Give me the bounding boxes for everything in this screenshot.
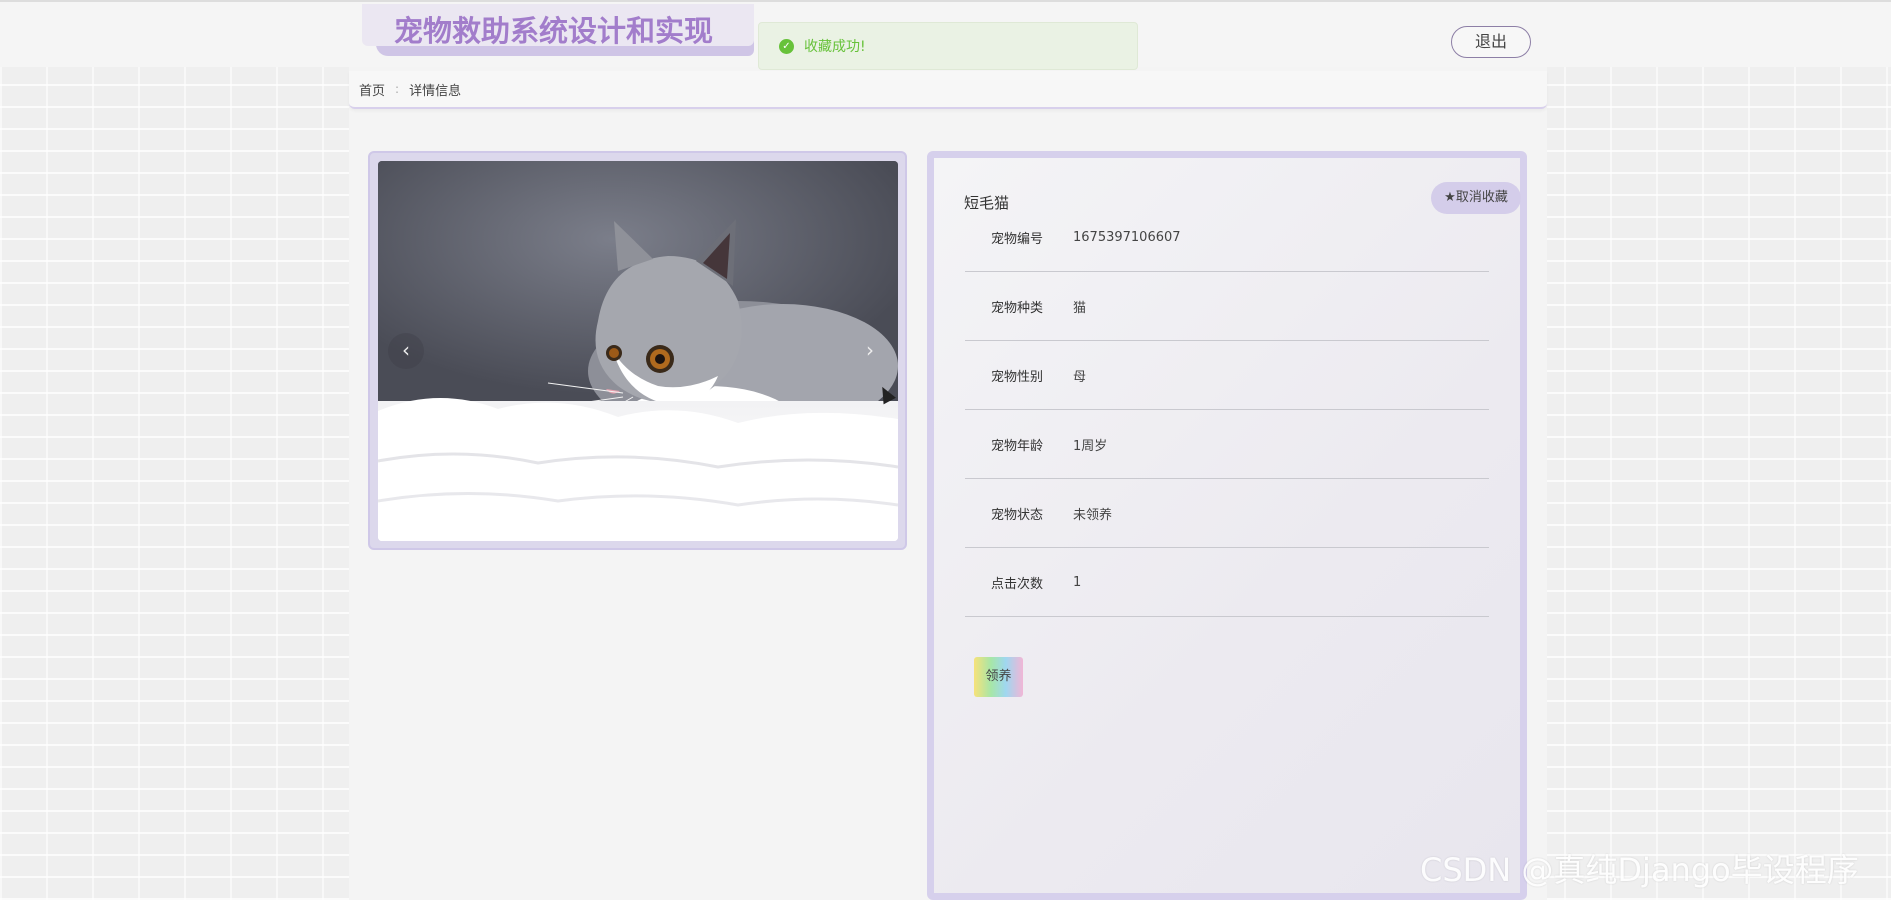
detail-value: 1675397106607 — [1073, 229, 1181, 245]
breadcrumb: 首页 : 详情信息 — [349, 71, 1547, 109]
site-title: 宠物救助系统设计和实现 — [394, 14, 714, 48]
logout-button[interactable]: 退出 — [1451, 26, 1531, 58]
main-container: 首页 : 详情信息 ‹ › 短毛猫 ★取消收藏 宠物编号 16753971066… — [349, 67, 1547, 900]
detail-label: 点击次数 — [990, 576, 1043, 592]
detail-label: 宠物种类 — [990, 300, 1043, 316]
breadcrumb-home[interactable]: 首页 — [359, 80, 385, 99]
carousel-next-arrow-icon[interactable]: › — [852, 333, 888, 369]
breadcrumb-current: 详情信息 — [409, 83, 462, 99]
carousel-prev-arrow-icon[interactable]: ‹ — [388, 333, 424, 369]
detail-value: 未领养 — [1073, 507, 1113, 523]
detail-value: 母 — [1073, 369, 1087, 385]
detail-row-click-count: 点击次数 1 — [965, 548, 1489, 617]
toast-message: 收藏成功! — [804, 39, 866, 55]
detail-value: 1 — [1073, 574, 1082, 590]
watermark: CSDN @真纯Django毕设程序 — [1420, 851, 1859, 889]
check-circle-icon: ✓ — [779, 38, 794, 54]
pet-detail-card: 短毛猫 ★取消收藏 宠物编号 1675397106607 宠物种类 猫 宠物性别… — [927, 151, 1527, 900]
pet-image-carousel: ‹ › — [368, 151, 907, 550]
detail-row-pet-id: 宠物编号 1675397106607 — [965, 203, 1489, 272]
detail-row-pet-status: 宠物状态 未领养 — [965, 479, 1489, 548]
detail-row-pet-type: 宠物种类 猫 — [965, 272, 1489, 341]
adopt-button[interactable]: 领养 — [974, 657, 1023, 697]
detail-value: 1周岁 — [1073, 438, 1108, 454]
site-title-banner: 宠物救助系统设计和实现 — [362, 4, 754, 56]
breadcrumb-separator: : — [395, 82, 400, 96]
cat-illustration — [378, 161, 898, 541]
success-toast: ✓ 收藏成功! — [758, 22, 1138, 70]
detail-label: 宠物年龄 — [990, 438, 1043, 454]
detail-row-pet-age: 宠物年龄 1周岁 — [965, 410, 1489, 479]
pet-photo: ‹ › — [378, 161, 898, 541]
detail-row-pet-gender: 宠物性别 母 — [965, 341, 1489, 410]
detail-label: 宠物编号 — [990, 231, 1043, 247]
detail-value: 猫 — [1073, 300, 1087, 316]
detail-label: 宠物状态 — [990, 507, 1043, 523]
detail-label: 宠物性别 — [990, 369, 1043, 385]
